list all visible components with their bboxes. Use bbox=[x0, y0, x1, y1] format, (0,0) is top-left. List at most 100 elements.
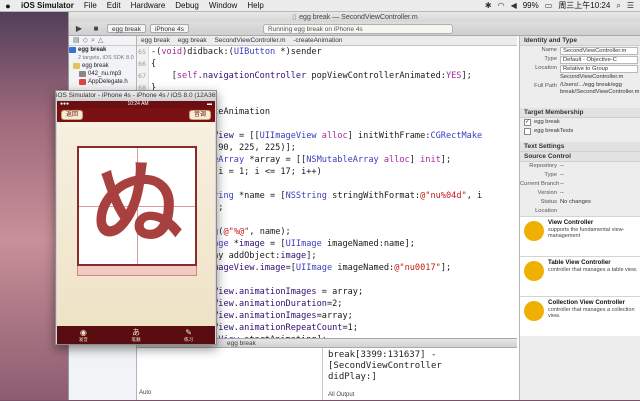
jumpbar-crumb[interactable]: -createAnimation bbox=[293, 37, 342, 44]
warning-icon[interactable]: △ bbox=[98, 36, 103, 45]
progress-strip bbox=[77, 266, 197, 276]
row-key: Location bbox=[535, 65, 557, 71]
tab-label: 发音 bbox=[78, 337, 88, 342]
folder-icon[interactable]: ▤ bbox=[73, 36, 80, 45]
menu-help[interactable]: Help bbox=[242, 1, 268, 10]
project-subtitle: 2 targets, iOS SDK 8.0 bbox=[78, 55, 134, 61]
file-row[interactable]: AppDelegate.h bbox=[69, 78, 136, 86]
target-row: ✓ egg break bbox=[520, 118, 640, 127]
type-select[interactable]: Default - Objective-C bbox=[560, 55, 638, 64]
app-nav-bar: 返回 音调 bbox=[57, 108, 215, 122]
row-key: Type bbox=[544, 172, 557, 178]
jumpbar-crumb[interactable]: egg break bbox=[178, 37, 207, 44]
kana-grid[interactable]: ぬ bbox=[77, 146, 197, 266]
target-checkbox[interactable] bbox=[524, 128, 531, 135]
row-value: -- bbox=[560, 181, 564, 187]
library-item[interactable]: Table View Controller controller that man… bbox=[520, 256, 640, 296]
variables-view[interactable]: Auto bbox=[137, 348, 323, 400]
simulator-title: iOS Simulator - iPhone 4s - iPhone 4s / … bbox=[56, 91, 216, 101]
document-icon: ▯ bbox=[292, 14, 297, 21]
row-value: -- bbox=[560, 163, 564, 169]
menu-bar: ● iOS Simulator File Edit Hardware Debug… bbox=[0, 0, 640, 12]
menu-edit[interactable]: Edit bbox=[102, 1, 126, 10]
utilities-inspector: Identity and Type Name SecondViewControll… bbox=[519, 36, 640, 400]
name-field[interactable]: SecondViewController.m bbox=[560, 46, 638, 55]
bluetooth-icon[interactable]: ✱ bbox=[485, 1, 492, 10]
library-item-title: Collection View Controller bbox=[548, 299, 625, 306]
console-output[interactable]: break[3399:131637] - [SecondViewControll… bbox=[325, 348, 517, 400]
battery-percent[interactable]: 99% bbox=[523, 1, 539, 10]
volume-icon[interactable]: ◀ bbox=[511, 1, 517, 10]
menu-app-name[interactable]: iOS Simulator bbox=[16, 1, 79, 10]
inspector-row: Type Default - Objective-C bbox=[520, 55, 640, 64]
file-row[interactable]: 042_nu.mp3 bbox=[69, 70, 136, 78]
group-name: egg break bbox=[82, 63, 109, 69]
library-item[interactable]: View Controller supports the fundamental … bbox=[520, 216, 640, 256]
scheme-selector[interactable]: egg break bbox=[107, 24, 146, 33]
status-time: 10:24 AM bbox=[127, 101, 149, 107]
library-item-desc: controller that manages a collection vie… bbox=[548, 306, 635, 320]
library-item-desc: supports the fundamental view-management bbox=[548, 226, 625, 240]
target-label: egg break bbox=[534, 119, 560, 125]
inspector-row: Location Relative to Group bbox=[520, 64, 640, 73]
menu-file[interactable]: File bbox=[79, 1, 102, 10]
battery-icon: ▭ bbox=[544, 1, 553, 10]
tab-stroke-order[interactable]: あ笔顺 bbox=[131, 328, 140, 342]
battery-icon: ▬ bbox=[206, 101, 212, 107]
notification-center-icon[interactable]: ☰ bbox=[627, 1, 634, 10]
tab-pronunciation[interactable]: ◉ 发音 bbox=[79, 328, 88, 342]
row-value: -- bbox=[560, 190, 564, 196]
jumpbar-crumb[interactable]: SecondViewController.m bbox=[214, 37, 285, 44]
project-row[interactable]: egg break bbox=[69, 46, 136, 54]
back-button[interactable]: 返回 bbox=[61, 110, 83, 120]
target-checkbox[interactable]: ✓ bbox=[524, 119, 531, 126]
ios-status-bar: ●●● 10:24 AM ▬ bbox=[57, 101, 215, 108]
location-select[interactable]: Relative to Group bbox=[560, 64, 638, 73]
library-item[interactable]: Collection View Controller controller tha… bbox=[520, 296, 640, 336]
line-number: 66 bbox=[138, 60, 146, 68]
apple-menu-icon[interactable]: ● bbox=[0, 1, 16, 11]
kana-character: ぬ bbox=[90, 150, 183, 258]
stop-button[interactable]: ■ bbox=[89, 24, 103, 34]
file-name: AppDelegate.h bbox=[88, 79, 128, 85]
menu-hardware[interactable]: Hardware bbox=[126, 1, 171, 10]
code-line: -(void)didback:(UIButton *)sender bbox=[151, 47, 322, 57]
header-file-icon bbox=[79, 79, 86, 85]
tab-practice[interactable]: ✎ 练习 bbox=[184, 328, 193, 342]
row-value: -- bbox=[560, 172, 564, 178]
tone-button[interactable]: 音调 bbox=[189, 110, 211, 120]
device-label: iPhone 4s bbox=[154, 26, 184, 33]
navigator-tabs: ▤ ◇ ⌕ △ bbox=[69, 36, 136, 46]
collection-view-controller-icon bbox=[524, 301, 544, 321]
console-line: break[3399:131637] - bbox=[328, 350, 437, 360]
source-control-header: Source Control bbox=[520, 152, 640, 162]
menu-window[interactable]: Window bbox=[204, 1, 242, 10]
file-name: 042_nu.mp3 bbox=[88, 71, 122, 77]
xcodeproj-icon bbox=[69, 47, 76, 53]
row-key: Full Path bbox=[534, 83, 557, 89]
pencil-icon: ✎ bbox=[185, 328, 192, 337]
run-button[interactable]: ▶ bbox=[72, 24, 86, 34]
ios-simulator-window: iOS Simulator - iPhone 4s - iPhone 4s / … bbox=[55, 90, 217, 345]
output-scope-selector[interactable]: All Output bbox=[328, 390, 354, 401]
table-view-controller-icon bbox=[524, 261, 544, 281]
activity-status: Running egg break on iPhone 4s bbox=[263, 24, 453, 34]
device-selector[interactable]: iPhone 4s bbox=[149, 24, 189, 33]
xcode-toolbar: ▶ ■ egg break iPhone 4s Running egg brea… bbox=[69, 22, 640, 36]
code-line: { bbox=[151, 59, 157, 69]
group-row[interactable]: egg break bbox=[69, 62, 136, 70]
menu-debug[interactable]: Debug bbox=[170, 1, 204, 10]
menu-clock[interactable]: 周三上午10:24 bbox=[558, 0, 610, 11]
audio-file-icon bbox=[79, 71, 86, 77]
library-item-title: Table View Controller bbox=[548, 259, 611, 266]
row-key: Location bbox=[535, 208, 557, 214]
auto-scope-selector[interactable]: Auto bbox=[139, 390, 151, 396]
wifi-icon[interactable]: ◠ bbox=[498, 1, 505, 10]
spotlight-icon[interactable]: ⌕ bbox=[616, 1, 620, 11]
symbol-icon[interactable]: ◇ bbox=[83, 36, 88, 45]
target-membership-header: Target Membership bbox=[520, 108, 640, 118]
text-settings-header: Text Settings bbox=[520, 142, 640, 152]
jumpbar-crumb[interactable]: egg break bbox=[141, 37, 170, 44]
tab-label: 笔顺 bbox=[131, 337, 141, 342]
search-icon[interactable]: ⌕ bbox=[91, 36, 95, 45]
